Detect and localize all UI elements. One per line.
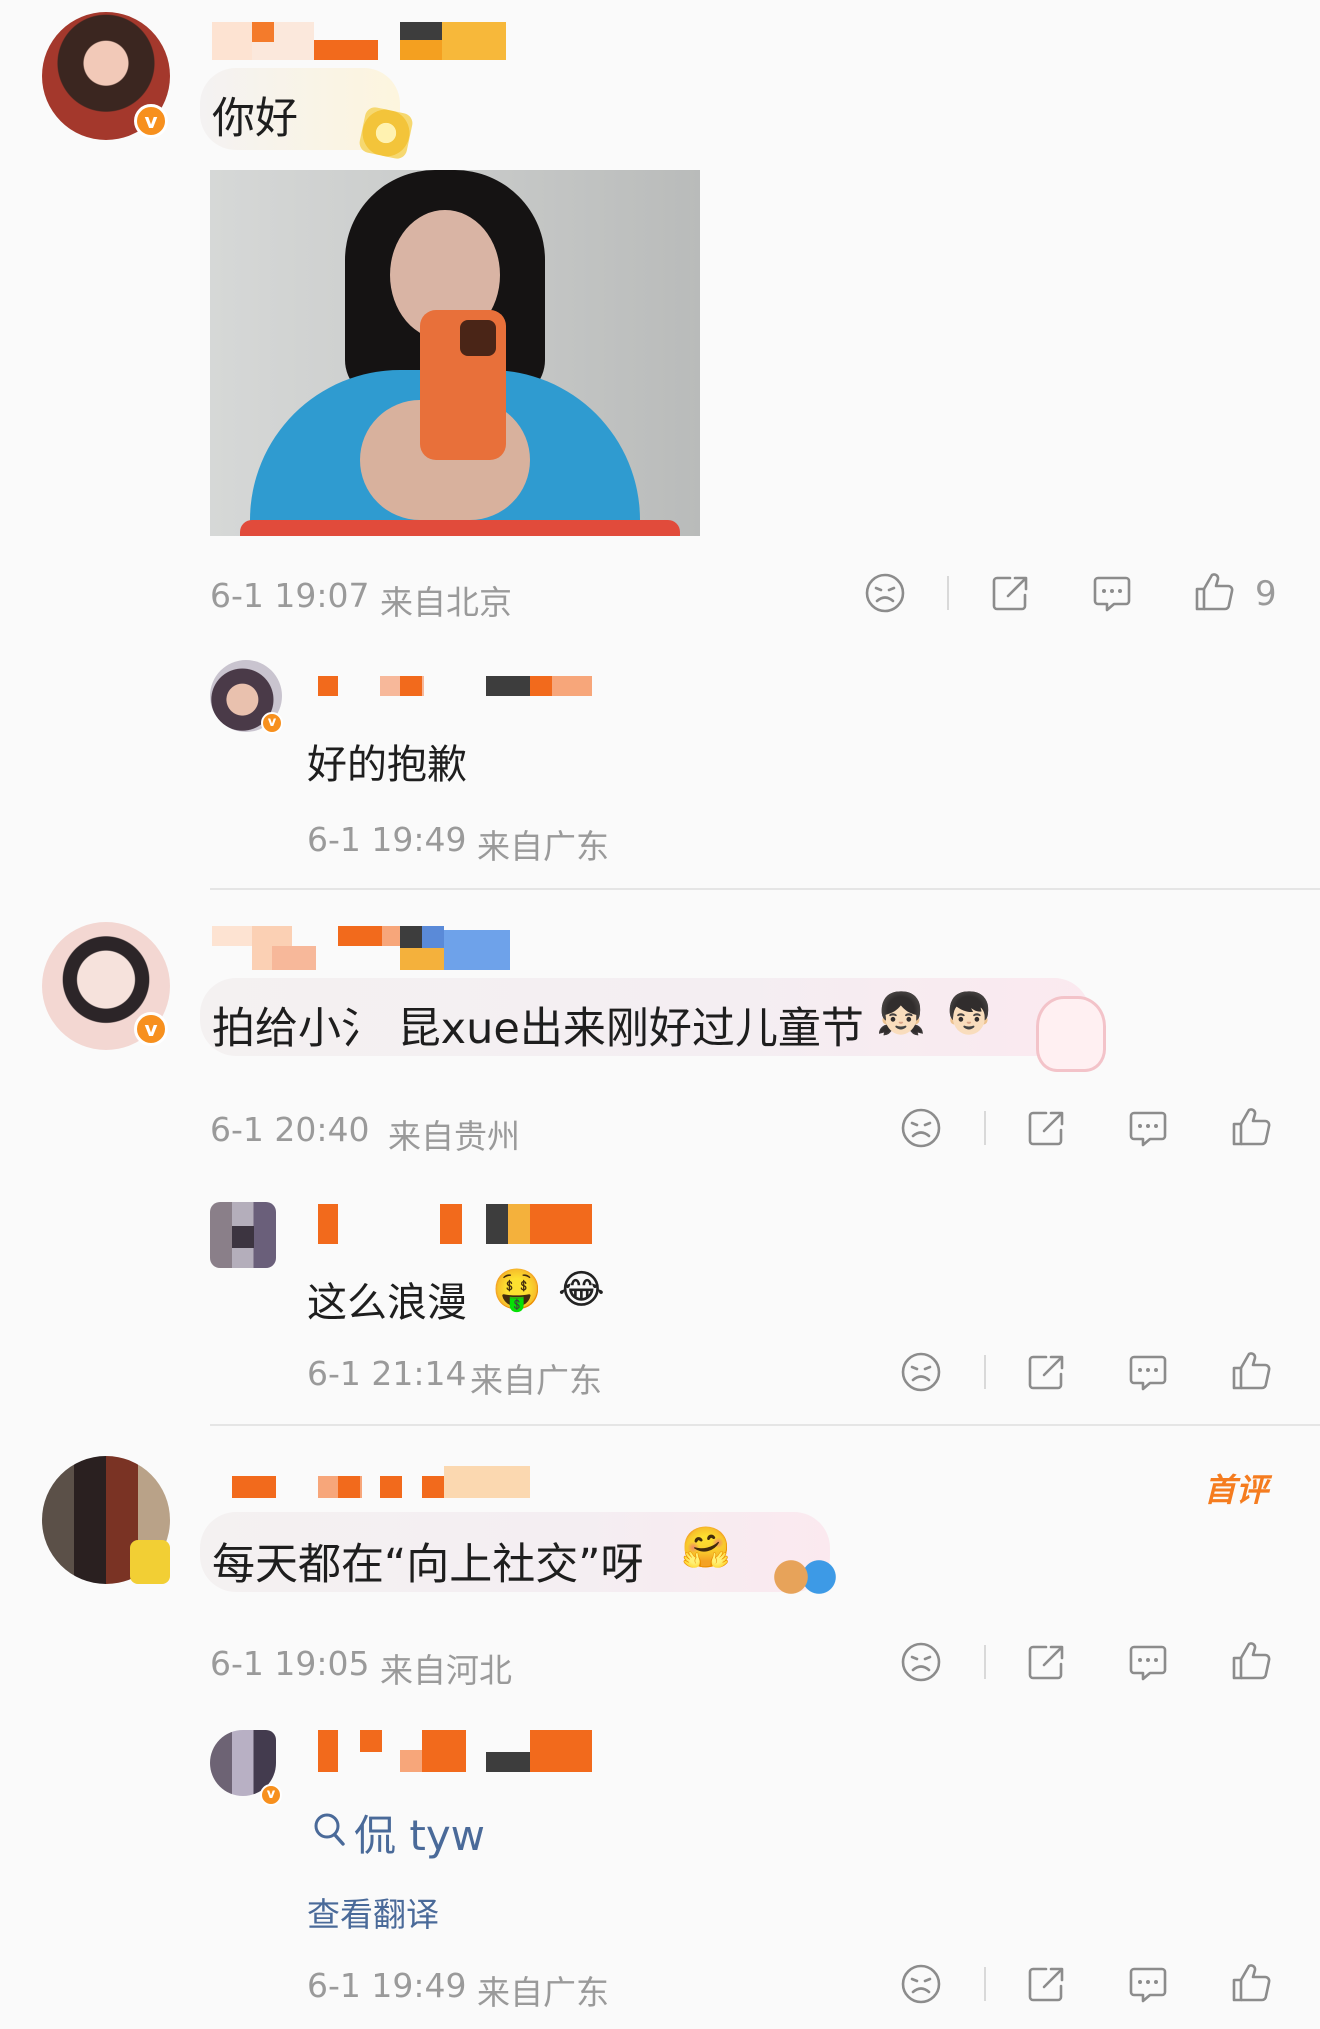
dislike-button[interactable]	[899, 1106, 943, 1150]
thumbs-up-icon	[1229, 1349, 1273, 1393]
share-button[interactable]	[1024, 1962, 1068, 2006]
sad-face-icon	[899, 1640, 943, 1684]
reply-location: 来自广东	[470, 1361, 602, 1400]
cat-sticker-icon	[1036, 996, 1106, 1072]
comment-text: 每天都在“向上社交”呀	[212, 1540, 644, 1590]
verified-badge-icon: v	[134, 1012, 168, 1046]
comment-icon	[1126, 1640, 1170, 1684]
comment-divider	[210, 888, 1320, 890]
like-button[interactable]	[1192, 570, 1236, 614]
verified-badge-icon: v	[134, 104, 168, 138]
action-separator	[984, 1967, 986, 2001]
like-button[interactable]	[1229, 1639, 1273, 1683]
dislike-button[interactable]	[863, 571, 907, 615]
comment-button[interactable]	[1090, 571, 1134, 615]
comment-timestamp: 6-1 19:07	[210, 576, 370, 615]
action-separator	[947, 576, 949, 610]
reply-location: 来自广东	[477, 1973, 609, 2012]
thumbs-up-icon	[1229, 1961, 1273, 2005]
action-separator	[984, 1645, 986, 1679]
search-icon	[314, 1813, 345, 1846]
translate-link[interactable]: 查看翻译	[307, 1888, 439, 1936]
thumbs-up-icon	[1229, 1105, 1273, 1149]
comment-timestamp: 6-1 20:40	[210, 1110, 370, 1149]
action-separator	[984, 1355, 986, 1389]
like-button[interactable]	[1229, 1105, 1273, 1149]
comment-button[interactable]	[1126, 1640, 1170, 1684]
reply-location: 来自广东	[477, 827, 609, 866]
share-button[interactable]	[1024, 1106, 1068, 1150]
share-button[interactable]	[988, 571, 1032, 615]
sad-face-icon	[899, 1106, 943, 1150]
reply-text: 这么浪漫	[307, 1280, 467, 1326]
reply-timestamp: 6-1 19:49	[307, 1966, 467, 2005]
medal-icon	[357, 105, 415, 161]
comment-button[interactable]	[1126, 1962, 1170, 2006]
thumbs-up-icon	[1229, 1639, 1273, 1683]
teddy-sticker-icon	[770, 1552, 840, 1602]
girl-emoji: 👧🏻	[876, 991, 926, 1037]
sad-face-icon	[863, 571, 907, 615]
verified-badge-icon: v	[260, 1784, 282, 1806]
laughing-tears-emoji: 😂	[558, 1267, 605, 1313]
comment-location: 来自北京	[380, 583, 512, 622]
comment-icon	[1126, 1106, 1170, 1150]
share-icon	[988, 571, 1032, 615]
like-button[interactable]	[1229, 1349, 1273, 1393]
share-icon	[1024, 1106, 1068, 1150]
money-face-emoji: 🤑	[492, 1267, 542, 1313]
comment-location: 来自河北	[380, 1651, 512, 1690]
reply-timestamp: 6-1 21:14	[307, 1354, 467, 1393]
comment-location: 来自贵州	[388, 1117, 520, 1156]
comment-button[interactable]	[1126, 1350, 1170, 1394]
sad-face-icon	[899, 1962, 943, 2006]
comment-icon	[1126, 1350, 1170, 1394]
share-icon	[1024, 1350, 1068, 1394]
action-separator	[984, 1111, 986, 1145]
boy-emoji: 👦🏻	[944, 991, 994, 1037]
sad-face-icon	[899, 1350, 943, 1394]
comment-icon	[1090, 571, 1134, 615]
comment-icon	[1126, 1962, 1170, 2006]
comment-text: 你好	[212, 94, 298, 144]
comment-timestamp: 6-1 19:05	[210, 1644, 370, 1683]
first-comment-badge: 首评	[1204, 1471, 1269, 1509]
dislike-button[interactable]	[899, 1350, 943, 1394]
like-button[interactable]	[1229, 1961, 1273, 2005]
dislike-button[interactable]	[899, 1962, 943, 2006]
share-button[interactable]	[1024, 1350, 1068, 1394]
hugging-emoji: 🤗	[681, 1525, 731, 1571]
reply-text: 好的抱歉	[307, 742, 467, 788]
like-count: 9	[1255, 574, 1277, 614]
comment-button[interactable]	[1126, 1106, 1170, 1150]
verified-badge-icon: v	[261, 712, 283, 734]
search-link-text[interactable]: 侃 tyw	[354, 1802, 485, 1863]
share-icon	[1024, 1640, 1068, 1684]
share-button[interactable]	[1024, 1640, 1068, 1684]
comment-image[interactable]	[210, 170, 700, 536]
reply-timestamp: 6-1 19:49	[307, 820, 467, 859]
share-icon	[1024, 1962, 1068, 2006]
dislike-button[interactable]	[899, 1640, 943, 1684]
comment-text: 拍给小氵 昆xue出来刚好过儿童节	[212, 1004, 864, 1054]
thumbs-up-icon	[1192, 570, 1236, 614]
comment-divider	[210, 1424, 1320, 1426]
